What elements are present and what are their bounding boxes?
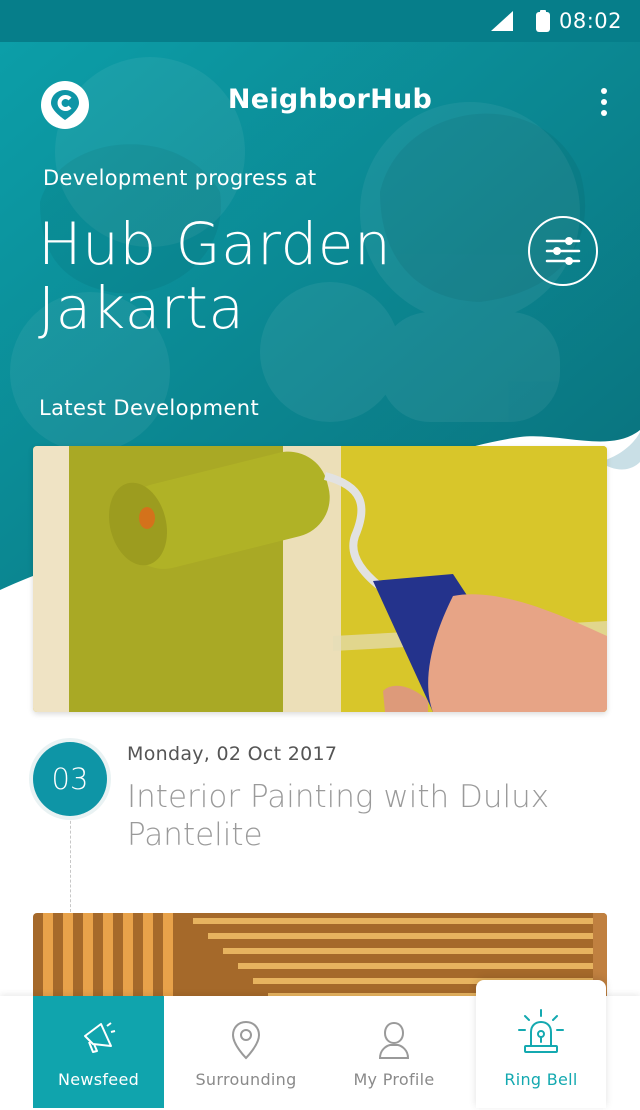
day-badge: 03 [33,742,107,816]
nav-newsfeed[interactable]: Newsfeed [33,996,164,1108]
battery-icon [536,10,550,32]
filter-button[interactable] [528,216,598,286]
app-title: NeighborHub [227,84,433,115]
megaphone-icon [83,1022,115,1053]
location-title: Hub Garden Jakarta [38,212,391,340]
location-line-2: Jakarta [38,274,245,342]
status-time: 08:02 [558,9,622,33]
nav-surrounding-label: Surrounding [195,1070,297,1089]
location-line-1: Hub Garden [38,210,392,278]
hero-subtitle: Development progress at [43,166,317,190]
nav-newsfeed-label: Newsfeed [57,1070,140,1089]
post-date: Monday, 02 Oct 2017 [127,743,338,765]
more-options-icon[interactable] [594,88,614,122]
post-image[interactable] [33,446,607,712]
alarm-siren-icon [518,1009,564,1053]
post-title[interactable]: Interior Painting with Dulux Pantelite [127,778,597,854]
nav-surrounding[interactable]: Surrounding [170,996,322,1108]
status-bar: 08:02 [0,0,640,42]
section-title: Latest Development [39,396,260,420]
nav-my-profile-label: My Profile [353,1070,435,1089]
bottom-nav: Newsfeed Surrounding My Profile Ring Bel… [0,980,640,1110]
user-icon [378,1021,410,1059]
sliders-icon [545,237,581,265]
painting-photo [33,446,607,712]
timeline-line [70,816,71,912]
signal-icon [491,11,513,31]
nav-my-profile[interactable]: My Profile [322,996,466,1108]
nav-ring-bell[interactable]: Ring Bell [476,980,606,1108]
nav-ring-bell-label: Ring Bell [504,1070,578,1089]
map-pin-icon [231,1020,261,1060]
